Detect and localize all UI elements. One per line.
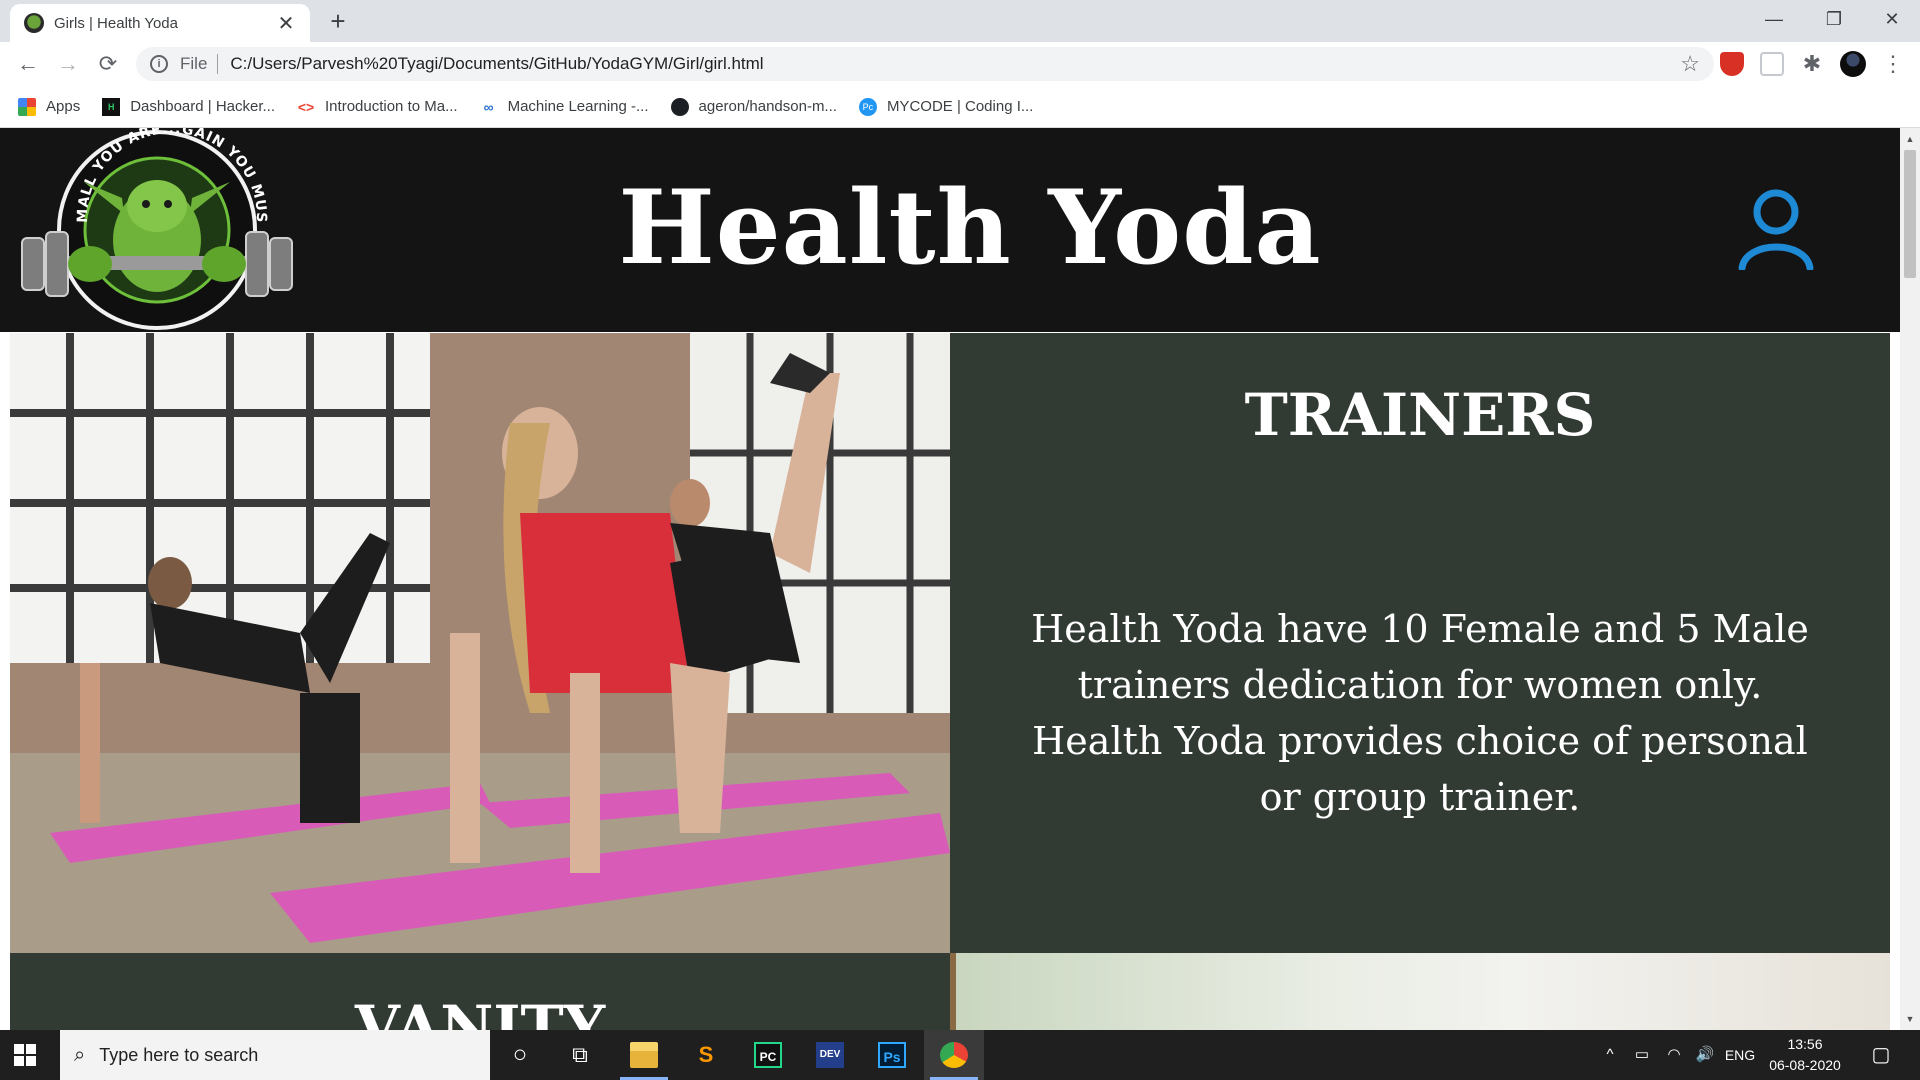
bookmark-label: Dashboard | Hacker... [130, 98, 276, 115]
url-text[interactable]: C:/Users/Parvesh%20Tyagi/Documents/GitHu… [230, 54, 1680, 74]
trainers-panel: TRAINERS Health Yoda have 10 Female and … [950, 333, 1890, 953]
user-account-icon[interactable] [1738, 188, 1814, 270]
browser-tab[interactable]: Girls | Health Yoda ✕ [10, 4, 310, 42]
bookmark-label: MYCODE | Coding I... [886, 98, 1034, 115]
bookmark-github[interactable]: ageron/handson-m... [670, 97, 837, 116]
omnibox-separator [217, 54, 219, 74]
task-view-icon[interactable]: ⧉ [550, 1030, 610, 1080]
minimize-button[interactable]: — [1746, 0, 1802, 38]
address-bar[interactable]: i File C:/Users/Parvesh%20Tyagi/Document… [136, 47, 1714, 81]
notifications-icon[interactable]: ▢ [1866, 1030, 1896, 1080]
battery-icon[interactable]: ▭ [1628, 1030, 1656, 1080]
yoda-gym-logo[interactable]: SMALL YOU ARE...GAIN YOU MUST [12, 128, 302, 332]
extensions-puzzle-icon[interactable]: ✱ [1800, 52, 1824, 76]
github-icon [670, 97, 689, 116]
bookmark-label: Apps [46, 98, 81, 115]
photoshop-icon[interactable]: Ps [862, 1030, 922, 1080]
language-indicator[interactable]: ENG [1722, 1030, 1758, 1080]
trainers-heading: TRAINERS [1244, 381, 1596, 449]
bookmark-hackerrank[interactable]: H Dashboard | Hacker... [102, 97, 276, 116]
cortana-icon[interactable]: ○ [490, 1030, 550, 1080]
clock-date: 06-08-2020 [1769, 1057, 1841, 1073]
chrome-menu-icon[interactable]: ⋮ [1882, 50, 1904, 78]
url-scheme: File [180, 54, 208, 73]
page-viewport: SMALL YOU ARE...GAIN YOU MUST Health Yod… [0, 128, 1920, 1030]
page-scrollbar[interactable]: ▲ ▼ [1900, 128, 1920, 1030]
back-button[interactable]: ← [12, 48, 44, 80]
vanity-heading: VANITY [354, 993, 606, 1030]
taskbar-clock[interactable]: 13:56 06-08-2020 [1760, 1034, 1850, 1076]
site-header: SMALL YOU ARE...GAIN YOU MUST Health Yod… [0, 128, 1900, 332]
clock-time: 13:56 [1787, 1036, 1823, 1052]
forward-button[interactable]: → [52, 48, 84, 80]
bookmark-introduction[interactable]: <> Introduction to Ma... [297, 98, 458, 116]
women-exercising-image [10, 333, 950, 953]
chrome-icon[interactable] [924, 1030, 984, 1080]
browser-tab-strip: Girls | Health Yoda ✕ + — ❐ ✕ [0, 0, 1920, 42]
bookmarks-bar: Apps H Dashboard | Hacker... <> Introduc… [0, 86, 1920, 128]
search-placeholder: Type here to search [99, 1044, 259, 1065]
bookmark-mycode[interactable]: Pc MYCODE | Coding I... [858, 97, 1034, 116]
bookmark-machine-learning[interactable]: ∞ Machine Learning -... [480, 98, 649, 116]
search-icon: ⌕ [74, 1043, 86, 1066]
windows-start-icon[interactable] [14, 1044, 36, 1066]
profile-avatar[interactable] [1840, 51, 1866, 77]
taskbar-search-box[interactable]: ⌕ Type here to search [60, 1030, 490, 1080]
apps-icon [18, 97, 36, 116]
bookmark-label: ageron/handson-m... [698, 98, 837, 115]
site-info-icon[interactable]: i [150, 55, 168, 73]
site-title: Health Yoda [618, 168, 1322, 288]
vanity-panel: VANITY [10, 953, 950, 1030]
bookmark-label: Introduction to Ma... [325, 98, 458, 115]
sublime-text-icon[interactable]: S [676, 1030, 736, 1080]
tray-chevron-icon[interactable]: ^ [1598, 1030, 1622, 1080]
box-extension-icon[interactable] [1760, 52, 1784, 76]
scrollbar-thumb[interactable] [1904, 150, 1916, 278]
hackerrank-icon: H [102, 97, 121, 116]
scroll-up-icon[interactable]: ▲ [1900, 130, 1920, 148]
scroll-down-icon[interactable]: ▼ [1900, 1010, 1920, 1028]
yoda-favicon-icon [24, 13, 44, 33]
devcpp-icon[interactable]: DEV [800, 1030, 860, 1080]
tab-title: Girls | Health Yoda [54, 14, 178, 32]
mycode-icon: Pc [858, 97, 877, 116]
wifi-icon[interactable]: ◠ [1660, 1030, 1688, 1080]
bookmark-apps[interactable]: Apps [18, 97, 81, 116]
restore-button[interactable]: ❐ [1806, 0, 1862, 38]
tab-close-icon[interactable]: ✕ [276, 11, 296, 36]
code-icon: <> [297, 98, 315, 115]
browser-toolbar: ← → ⟳ i File C:/Users/Parvesh%20Tyagi/Do… [0, 42, 1920, 86]
trainers-description: Health Yoda have 10 Female and 5 Male tr… [1031, 607, 1809, 819]
window-close-button[interactable]: ✕ [1864, 0, 1920, 38]
coursera-icon: ∞ [483, 98, 494, 115]
vanity-image [950, 953, 1890, 1030]
file-explorer-icon[interactable] [614, 1030, 674, 1080]
bookmark-label: Machine Learning -... [507, 98, 649, 115]
shield-extension-icon[interactable] [1720, 52, 1744, 76]
pycharm-icon[interactable]: PC [738, 1030, 798, 1080]
volume-icon[interactable]: 🔊 [1690, 1030, 1720, 1080]
new-tab-button[interactable]: + [322, 6, 354, 38]
windows-taskbar: ⌕ Type here to search ○ ⧉ S PC DEV Ps ^ … [0, 1030, 1920, 1080]
reload-button[interactable]: ⟳ [92, 48, 124, 80]
bookmark-star-icon[interactable]: ☆ [1680, 51, 1700, 77]
